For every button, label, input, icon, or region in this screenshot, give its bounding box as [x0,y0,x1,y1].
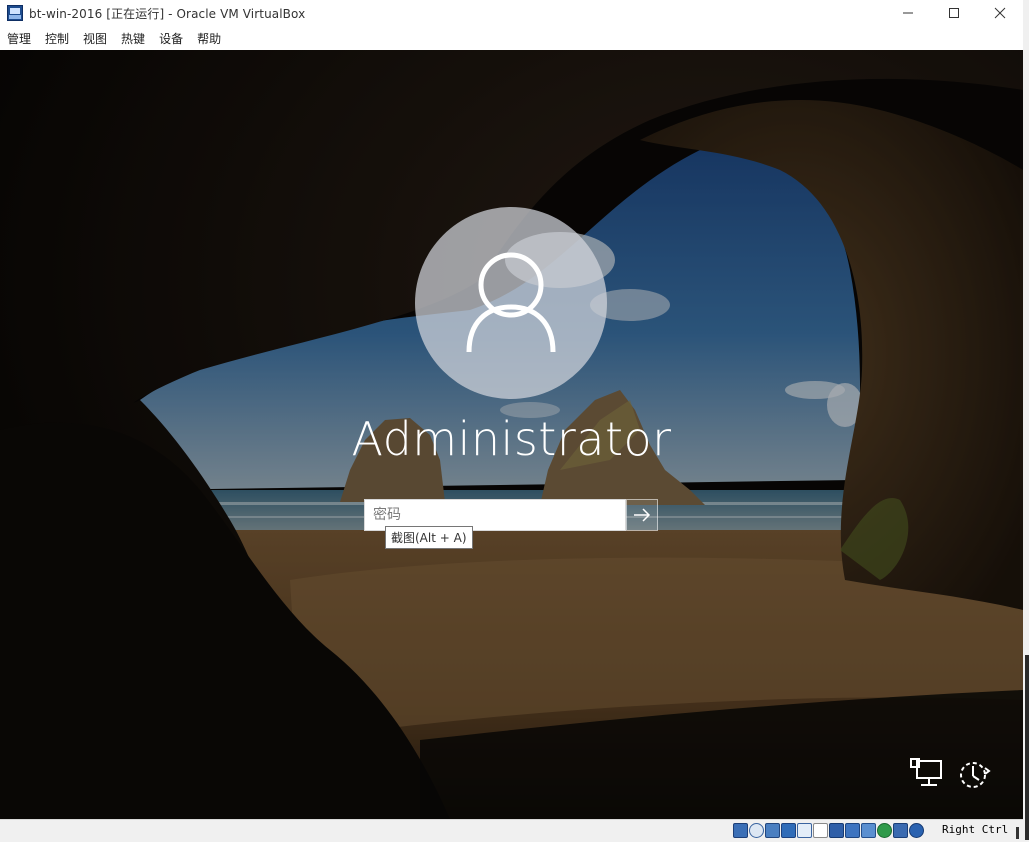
arrow-right-icon [634,508,651,522]
maximize-icon [949,8,959,18]
menu-item-control[interactable]: 控制 [38,30,76,47]
optical-drive-icon[interactable] [749,823,764,838]
mouse-integration-icon[interactable] [861,823,876,838]
video-capture-icon[interactable] [845,823,860,838]
virtualization-icon[interactable] [877,823,892,838]
vm-screen[interactable]: Administrator 截图(Alt + A) [0,50,1023,819]
user-avatar-icon [466,252,556,353]
shared-folders-icon[interactable] [813,823,828,838]
network-adapter-icon[interactable] [781,823,796,838]
network-button[interactable] [908,758,944,790]
menu-item-devices[interactable]: 设备 [152,30,190,47]
display-icon[interactable] [829,823,844,838]
hard-disk-icon[interactable] [733,823,748,838]
close-button[interactable] [977,0,1023,26]
virtualbox-app-icon [7,5,23,21]
menu-item-hotkeys[interactable]: 热键 [114,30,152,47]
resize-grip-icon[interactable] [1013,827,1022,839]
username-label: Administrator [351,412,672,466]
status-icons [733,823,925,838]
password-submit-button[interactable] [626,499,658,531]
user-avatar [415,207,607,399]
close-icon [994,7,1006,19]
menu-item-manage[interactable]: 管理 [0,30,38,47]
menu-bar: 管理 控制 视图 热键 设备 帮助 [0,26,1023,50]
host-key-label: Right Ctrl [942,823,1009,836]
accessibility-button[interactable] [957,758,993,790]
status-bar: Right Ctrl [0,819,1023,842]
menu-item-help[interactable]: 帮助 [190,30,228,47]
title-bar[interactable]: bt-win-2016 [正在运行] - Oracle VM VirtualBo… [0,0,1023,26]
power-icon [960,762,991,788]
window-edge [1023,0,1029,842]
minimize-button[interactable] [885,0,931,26]
window-title: bt-win-2016 [正在运行] - Oracle VM VirtualBo… [29,6,306,21]
download-icon[interactable] [909,823,924,838]
scroll-edge [1025,655,1029,840]
minimize-icon [903,12,913,14]
guest-additions-icon[interactable] [893,823,908,838]
window-controls [885,0,1023,26]
network-icon [910,758,942,786]
audio-icon[interactable] [765,823,780,838]
menu-item-view[interactable]: 视图 [76,30,114,47]
maximize-button[interactable] [931,0,977,26]
screenshot-tooltip: 截图(Alt + A) [385,526,473,549]
usb-icon[interactable] [797,823,812,838]
